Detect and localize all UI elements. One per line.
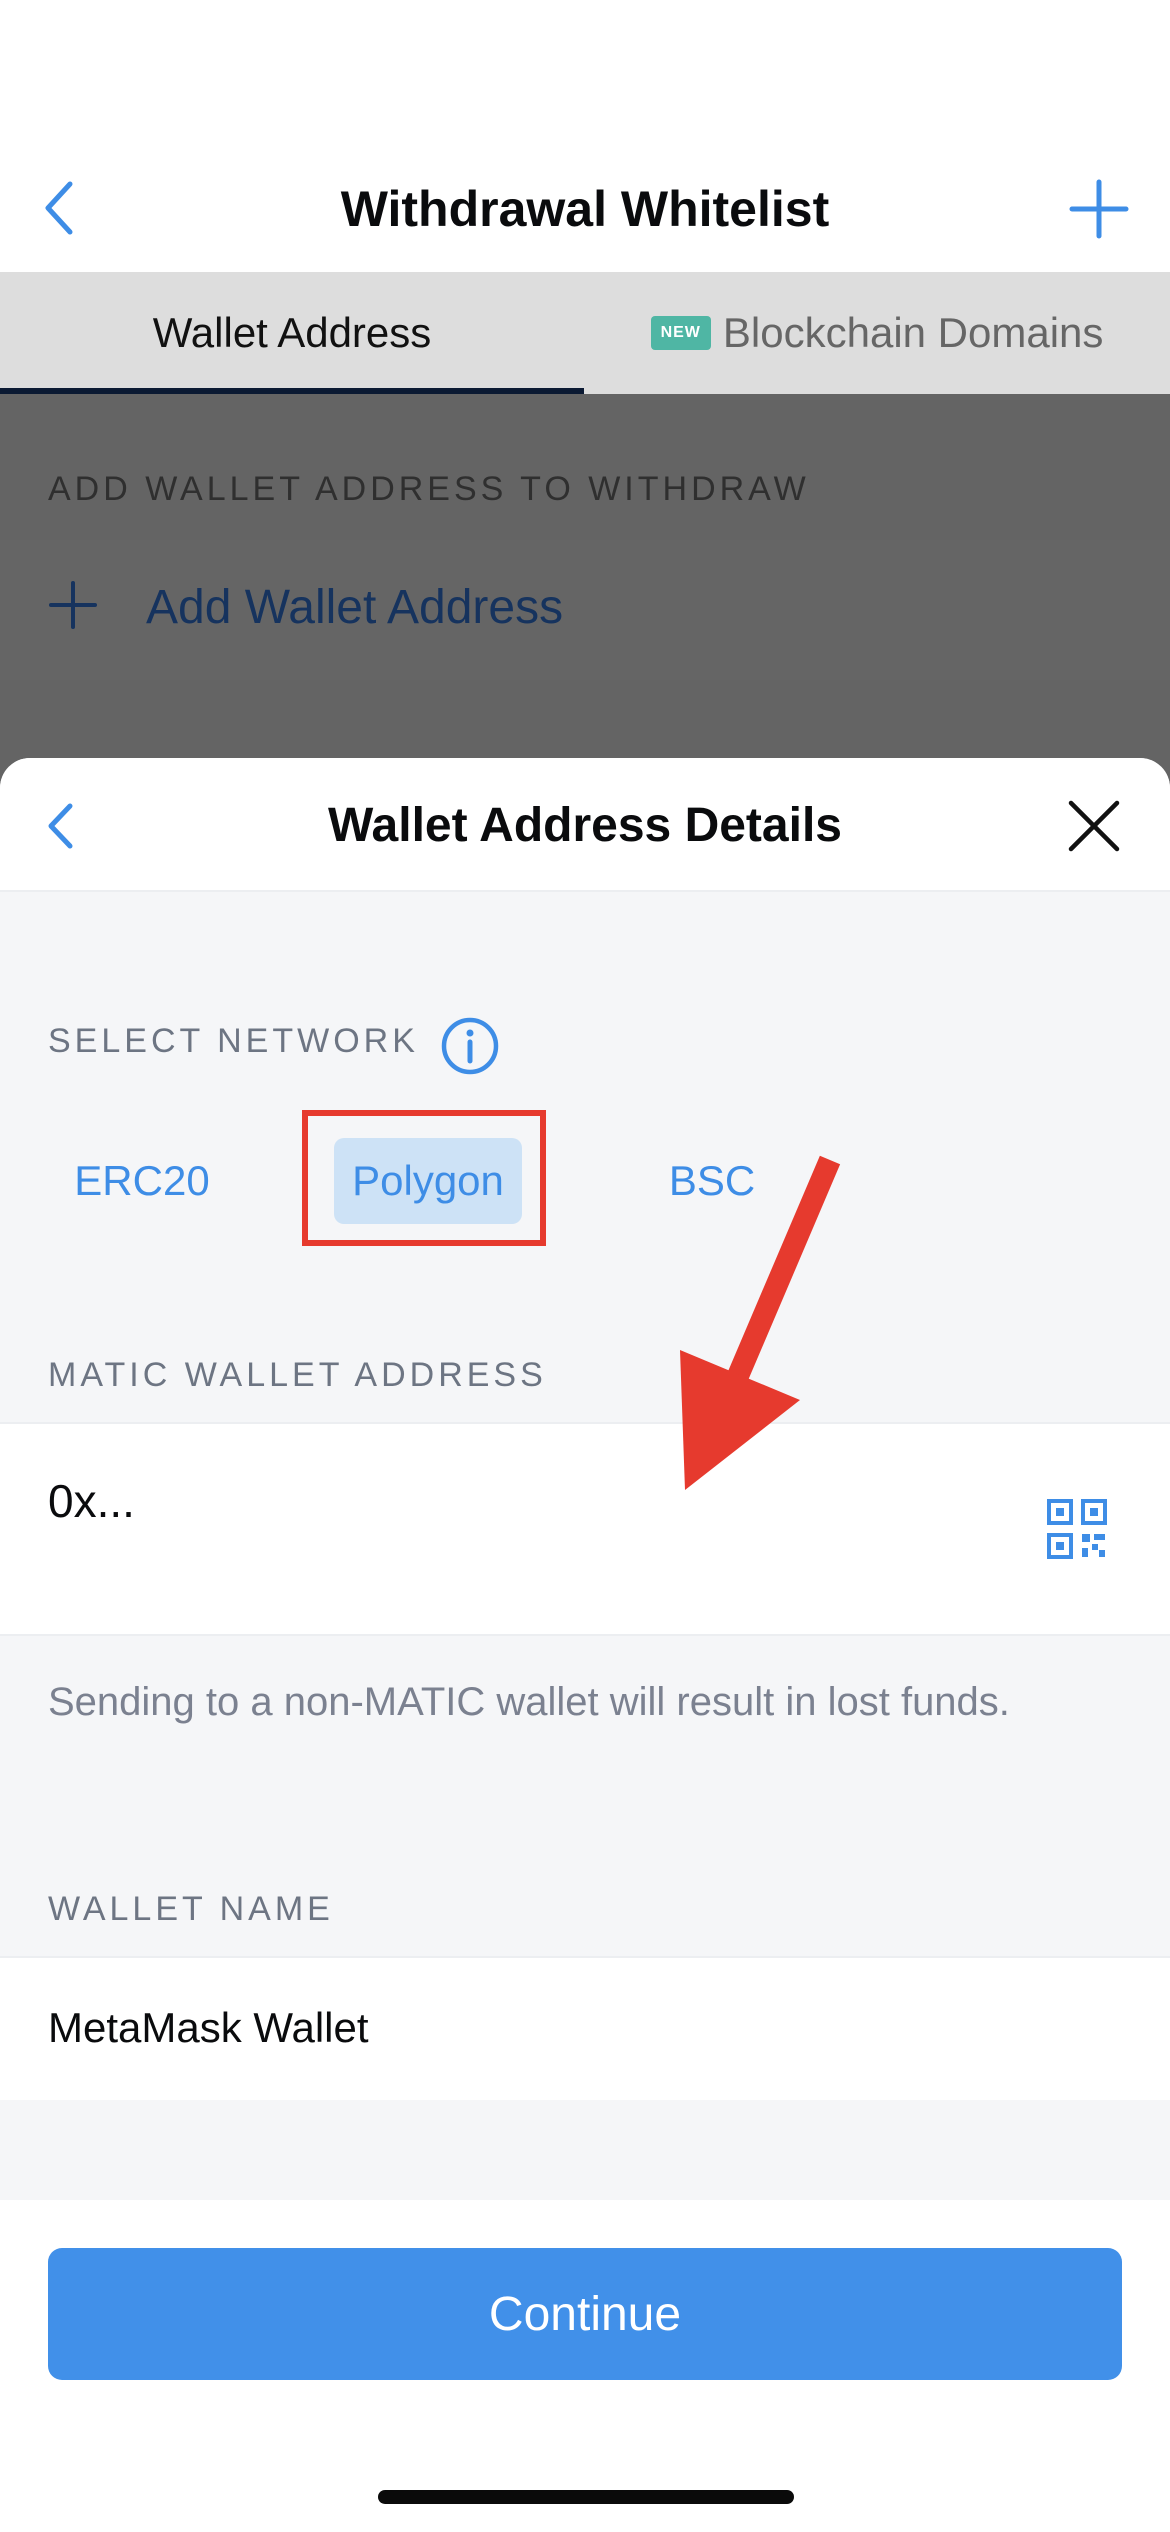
- qr-code-scan-icon[interactable]: [1046, 1498, 1108, 1560]
- address-input-row[interactable]: [0, 1422, 1170, 1636]
- wallet-address-input[interactable]: 0x...: [48, 1474, 135, 1528]
- tab-blockchain-domains-label: Blockchain Domains: [722, 309, 1104, 356]
- page-title: Withdrawal Whitelist: [340, 181, 830, 237]
- add-plus-icon[interactable]: [1068, 178, 1130, 240]
- network-option-erc20[interactable]: ERC20: [40, 1138, 244, 1224]
- info-icon[interactable]: [440, 1016, 500, 1076]
- network-warning-text: Sending to a non-MATIC wallet will resul…: [48, 1680, 1010, 1724]
- modal-overlay[interactable]: [0, 394, 1170, 794]
- continue-button[interactable]: Continue: [48, 2248, 1122, 2380]
- tab-wallet-address[interactable]: Wallet Address: [0, 272, 584, 394]
- new-badge: NEW: [650, 316, 711, 350]
- highlight-annotation-box: [302, 1110, 546, 1246]
- red-arrow-annotation: [680, 1155, 841, 1490]
- matic-address-label: MATIC WALLET ADDRESS: [48, 1356, 547, 1394]
- close-icon[interactable]: [1066, 798, 1122, 854]
- tab-blockchain-domains[interactable]: NEW Blockchain Domains: [584, 272, 1170, 394]
- home-indicator[interactable]: [378, 2490, 794, 2504]
- wallet-name-input[interactable]: MetaMask Wallet: [48, 2004, 369, 2052]
- select-network-label: SELECT NETWORK: [48, 1022, 419, 1060]
- sheet-title: Wallet Address Details: [328, 799, 842, 852]
- wallet-name-label: WALLET NAME: [48, 1890, 334, 1928]
